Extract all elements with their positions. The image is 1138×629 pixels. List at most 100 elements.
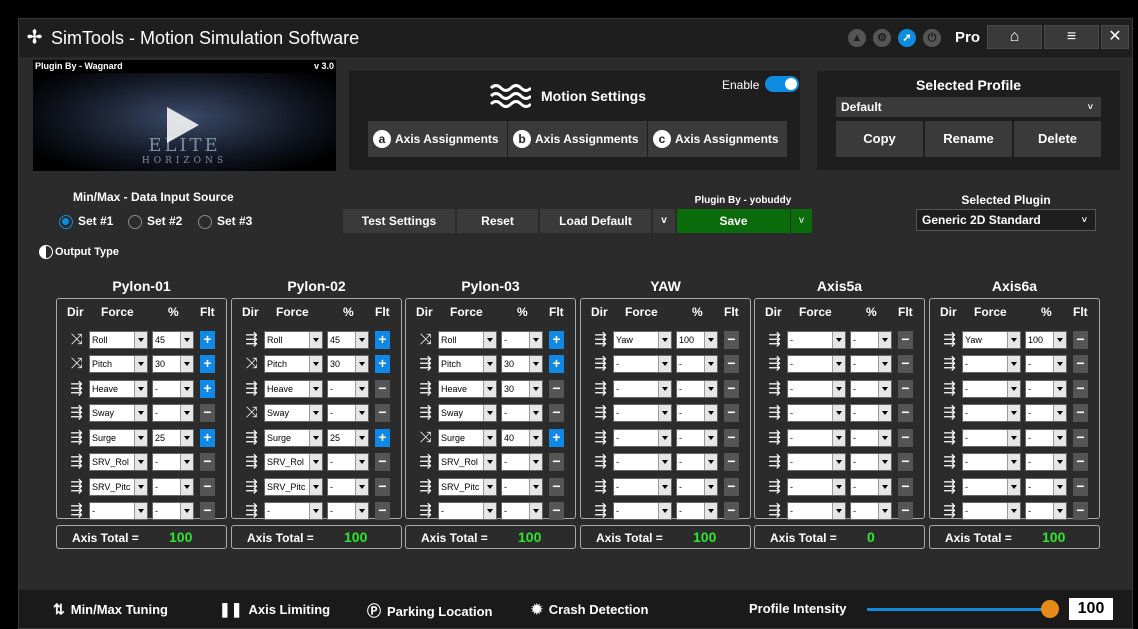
filter-minus-button[interactable]: − [549,380,564,398]
filter-minus-button[interactable]: − [375,380,390,398]
percent-select[interactable]: - [850,502,892,520]
percent-select[interactable]: - [1025,380,1067,398]
filter-minus-button[interactable]: − [724,380,739,398]
crossed-arrows-icon[interactable]: ⤨ [242,355,261,373]
percent-select[interactable]: - [676,453,718,471]
filter-minus-button[interactable]: − [549,453,564,471]
parallel-arrows-icon[interactable]: ⇶ [242,478,261,496]
force-select[interactable]: Heave [89,380,148,398]
percent-select[interactable]: - [1025,404,1067,422]
filter-minus-button[interactable]: − [1073,331,1088,349]
filter-minus-button[interactable]: − [375,453,390,471]
force-select[interactable]: Sway [89,404,148,422]
radio-set-1[interactable]: Set #1 [59,214,113,229]
percent-select[interactable]: 30 [152,355,194,373]
tab-axis-assignments-a[interactable]: a Axis Assignments [368,121,507,157]
percent-select[interactable]: - [152,502,194,520]
percent-select[interactable]: - [850,453,892,471]
percent-select[interactable]: - [1025,453,1067,471]
force-select[interactable]: - [613,453,672,471]
parallel-arrows-icon[interactable]: ⇶ [67,404,86,422]
intensity-value-field[interactable]: 100 [1069,598,1113,620]
force-select[interactable]: - [613,355,672,373]
force-select[interactable]: Pitch [89,355,148,373]
force-select[interactable]: Yaw [962,331,1021,349]
force-select[interactable]: - [962,429,1021,447]
save-dropdown[interactable]: v [791,209,812,233]
parallel-arrows-icon[interactable]: ⇶ [765,429,784,447]
enable-toggle[interactable] [765,76,799,92]
percent-select[interactable]: - [501,453,543,471]
parallel-arrows-icon[interactable]: ⇶ [940,380,959,398]
tab-axis-assignments-c[interactable]: c Axis Assignments [648,121,787,157]
percent-select[interactable]: - [501,478,543,496]
parallel-arrows-icon[interactable]: ⇶ [591,502,610,520]
percent-select[interactable]: - [850,404,892,422]
percent-select[interactable]: - [676,404,718,422]
crossed-arrows-icon[interactable]: ⤨ [416,429,435,447]
play-icon[interactable] [167,107,199,143]
force-select[interactable]: - [962,502,1021,520]
filter-minus-button[interactable]: − [898,453,913,471]
percent-select[interactable]: - [501,331,543,349]
load-default-button[interactable]: Load Default [540,209,651,233]
force-select[interactable]: SRV_Pitc [264,478,323,496]
profile-select[interactable]: Default ˅ [836,97,1101,117]
parallel-arrows-icon[interactable]: ⇶ [765,380,784,398]
filter-minus-button[interactable]: − [375,502,390,520]
percent-select[interactable]: - [152,453,194,471]
percent-select[interactable]: 45 [327,331,369,349]
percent-select[interactable]: - [327,404,369,422]
percent-select[interactable]: 30 [327,355,369,373]
parallel-arrows-icon[interactable]: ⇶ [242,453,261,471]
parallel-arrows-icon[interactable]: ⇶ [765,355,784,373]
force-select[interactable]: - [962,453,1021,471]
intensity-slider-track[interactable] [867,608,1050,611]
percent-select[interactable]: 30 [501,380,543,398]
filter-plus-button[interactable]: + [549,429,564,447]
filter-minus-button[interactable]: − [375,404,390,422]
parallel-arrows-icon[interactable]: ⇶ [67,429,86,447]
force-select[interactable]: - [613,380,672,398]
percent-select[interactable]: 25 [152,429,194,447]
force-select[interactable]: - [613,478,672,496]
percent-select[interactable]: 40 [501,429,543,447]
percent-select[interactable]: 45 [152,331,194,349]
force-select[interactable]: Surge [264,429,323,447]
force-select[interactable]: - [613,502,672,520]
force-select[interactable]: SRV_Rol [438,453,497,471]
parallel-arrows-icon[interactable]: ⇶ [940,502,959,520]
filter-minus-button[interactable]: − [200,404,215,422]
parallel-arrows-icon[interactable]: ⇶ [242,429,261,447]
percent-select[interactable]: - [850,331,892,349]
radio-set-3[interactable]: Set #3 [198,214,252,229]
parallel-arrows-icon[interactable]: ⇶ [242,380,261,398]
reset-button[interactable]: Reset [457,209,538,233]
force-select[interactable]: Sway [438,404,497,422]
force-select[interactable]: Surge [438,429,497,447]
percent-select[interactable]: - [850,478,892,496]
force-select[interactable]: Heave [438,380,497,398]
force-select[interactable]: - [613,404,672,422]
filter-minus-button[interactable]: − [898,331,913,349]
percent-select[interactable]: - [676,355,718,373]
percent-select[interactable]: - [1025,429,1067,447]
filter-minus-button[interactable]: − [724,478,739,496]
parallel-arrows-icon[interactable]: ⇶ [416,502,435,520]
crash-detection-button[interactable]: ✹ Crash Detection [531,601,648,618]
force-select[interactable]: - [962,355,1021,373]
menu-button[interactable]: ≡ [1044,25,1099,49]
filter-plus-button[interactable]: + [549,331,564,349]
delete-button[interactable]: Delete [1014,121,1101,157]
force-select[interactable]: Pitch [438,355,497,373]
parallel-arrows-icon[interactable]: ⇶ [416,380,435,398]
parallel-arrows-icon[interactable]: ⇶ [765,502,784,520]
filter-minus-button[interactable]: − [724,355,739,373]
parallel-arrows-icon[interactable]: ⇶ [67,380,86,398]
force-select[interactable]: - [438,502,497,520]
force-select[interactable]: - [89,502,148,520]
parallel-arrows-icon[interactable]: ⇶ [242,502,261,520]
parallel-arrows-icon[interactable]: ⇶ [416,478,435,496]
test-settings-button[interactable]: Test Settings [343,209,455,233]
percent-select[interactable]: - [327,502,369,520]
